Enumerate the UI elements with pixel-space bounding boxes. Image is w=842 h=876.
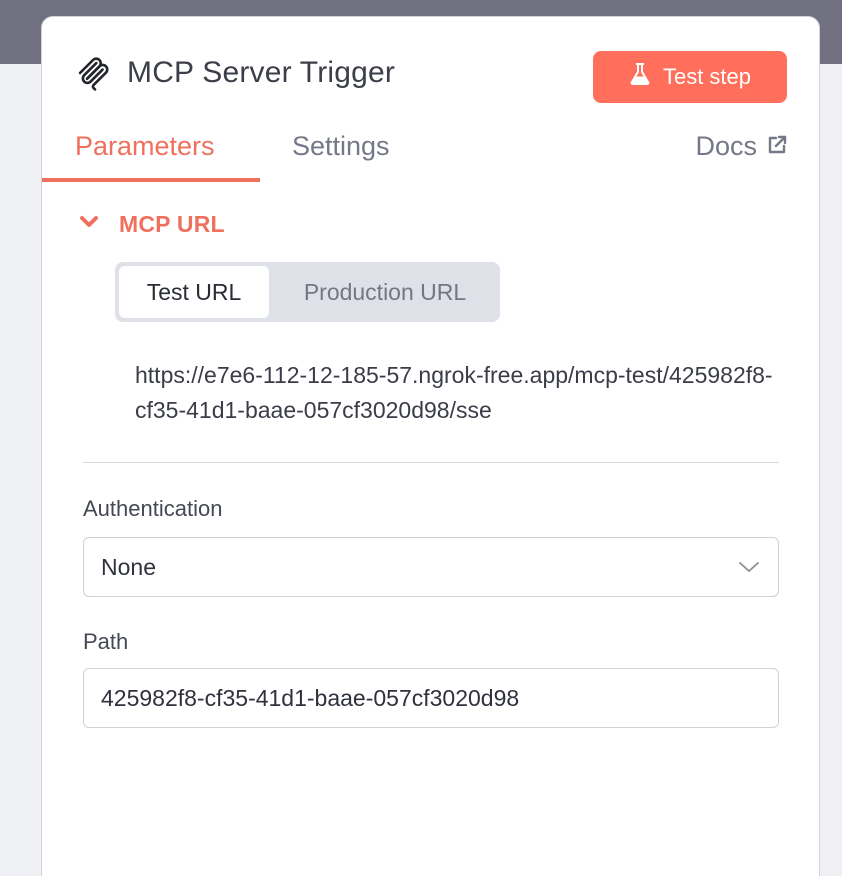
path-input[interactable] bbox=[83, 668, 779, 728]
node-settings-panel: MCP Server Trigger Test step Parameters … bbox=[41, 16, 820, 876]
test-url-option[interactable]: Test URL bbox=[119, 266, 269, 318]
authentication-label: Authentication bbox=[83, 496, 223, 521]
test-step-button[interactable]: Test step bbox=[593, 51, 787, 103]
docs-link[interactable]: Docs bbox=[695, 131, 787, 162]
node-title: MCP Server Trigger bbox=[127, 56, 396, 89]
mcp-url-value[interactable]: https://e7e6-112-12-185-57.ngrok-free.ap… bbox=[135, 358, 775, 428]
flask-icon bbox=[629, 62, 651, 92]
panel-tabs: Parameters Settings Docs bbox=[42, 117, 819, 183]
url-type-switch: Test URL Production URL bbox=[115, 262, 500, 322]
mcp-url-section-title: MCP URL bbox=[119, 211, 225, 237]
parameters-content: MCP URL Test URL Production URL https://… bbox=[42, 183, 819, 876]
authentication-value: None bbox=[101, 554, 156, 580]
mcp-icon bbox=[76, 57, 110, 91]
external-link-icon bbox=[767, 131, 787, 162]
authentication-select[interactable]: None bbox=[83, 537, 779, 597]
section-divider bbox=[83, 462, 779, 463]
active-tab-indicator bbox=[42, 178, 260, 182]
test-step-label: Test step bbox=[662, 64, 752, 89]
production-url-option[interactable]: Production URL bbox=[275, 266, 495, 318]
docs-label: Docs bbox=[695, 131, 757, 161]
mcp-url-section-toggle[interactable]: MCP URL bbox=[79, 211, 225, 238]
chevron-down-icon bbox=[738, 560, 760, 574]
chevron-down-icon bbox=[79, 215, 99, 234]
tab-parameters[interactable]: Parameters bbox=[75, 131, 215, 162]
path-label: Path bbox=[83, 629, 129, 654]
tab-settings[interactable]: Settings bbox=[292, 131, 390, 162]
